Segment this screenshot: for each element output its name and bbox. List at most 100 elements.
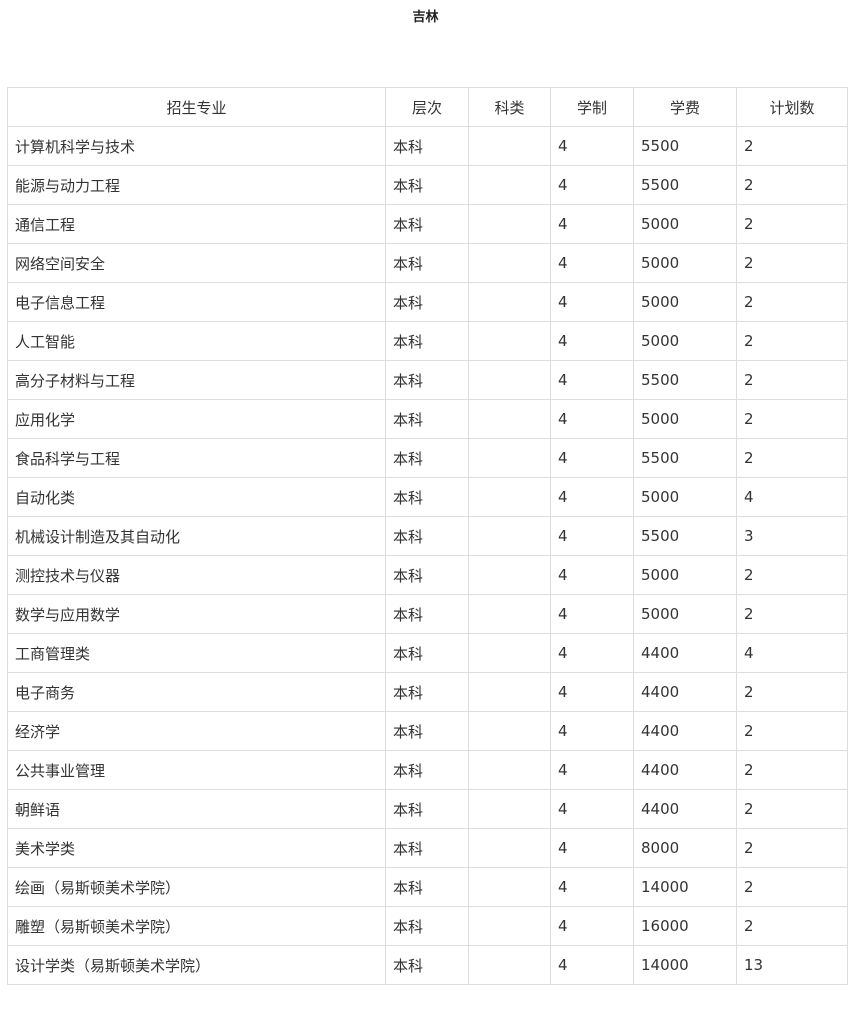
cell-quota: 2 [736,165,848,205]
cell-tuition: 5000 [633,243,737,283]
cell-major: 机械设计制造及其自动化 [7,516,386,556]
cell-duration: 4 [550,867,634,907]
cell-category [468,906,551,946]
cell-quota: 2 [736,360,848,400]
cell-level: 本科 [385,243,469,283]
cell-tuition: 4400 [633,672,737,712]
cell-category [468,321,551,361]
cell-major: 公共事业管理 [7,750,386,790]
cell-category [468,399,551,439]
cell-quota: 2 [736,204,848,244]
cell-quota: 2 [736,789,848,829]
cell-duration: 4 [550,789,634,829]
table-body: 计算机科学与技术 本科 4 5500 2 能源与动力工程 本科 4 5500 2 通信工程 本科 4 50… [7,126,848,985]
cell-level: 本科 [385,204,469,244]
cell-tuition: 4400 [633,633,737,673]
cell-level: 本科 [385,711,469,751]
column-header-quota: 计划数 [736,87,848,127]
table-row: 经济学 本科 4 4400 2 [7,711,848,751]
cell-level: 本科 [385,438,469,478]
cell-level: 本科 [385,906,469,946]
cell-level: 本科 [385,282,469,322]
cell-tuition: 5000 [633,555,737,595]
cell-quota: 2 [736,906,848,946]
cell-category [468,126,551,166]
table-row: 测控技术与仪器 本科 4 5000 2 [7,555,848,595]
table-row: 美术学类 本科 4 8000 2 [7,828,848,868]
cell-tuition: 5000 [633,282,737,322]
cell-quota: 2 [736,243,848,283]
cell-level: 本科 [385,867,469,907]
cell-level: 本科 [385,828,469,868]
cell-level: 本科 [385,360,469,400]
cell-category [468,204,551,244]
table-row: 公共事业管理 本科 4 4400 2 [7,750,848,790]
cell-level: 本科 [385,321,469,361]
table-row: 设计学类（易斯顿美术学院） 本科 4 14000 13 [7,945,848,985]
cell-tuition: 4400 [633,711,737,751]
table-row: 电子商务 本科 4 4400 2 [7,672,848,712]
table-row: 计算机科学与技术 本科 4 5500 2 [7,126,848,166]
cell-quota: 2 [736,828,848,868]
page-title: 吉林 [412,10,439,25]
cell-level: 本科 [385,477,469,517]
cell-category [468,165,551,205]
cell-category [468,750,551,790]
cell-tuition: 14000 [633,867,737,907]
table-row: 能源与动力工程 本科 4 5500 2 [7,165,848,205]
cell-major: 人工智能 [7,321,386,361]
cell-major: 朝鲜语 [7,789,386,829]
cell-tuition: 5500 [633,165,737,205]
cell-level: 本科 [385,945,469,985]
cell-major: 雕塑（易斯顿美术学院） [7,906,386,946]
cell-quota: 2 [736,750,848,790]
cell-major: 网络空间安全 [7,243,386,283]
cell-major: 测控技术与仪器 [7,555,386,595]
column-header-tuition: 学费 [633,87,737,127]
cell-duration: 4 [550,672,634,712]
cell-quota: 2 [736,438,848,478]
column-header-category: 科类 [468,87,551,127]
cell-major: 电子信息工程 [7,282,386,322]
cell-major: 绘画（易斯顿美术学院） [7,867,386,907]
cell-quota: 2 [736,711,848,751]
cell-category [468,711,551,751]
cell-category [468,945,551,985]
cell-duration: 4 [550,711,634,751]
column-header-duration: 学制 [550,87,634,127]
cell-category [468,516,551,556]
cell-tuition: 4400 [633,750,737,790]
cell-level: 本科 [385,555,469,595]
cell-quota: 2 [736,321,848,361]
cell-major: 数学与应用数学 [7,594,386,634]
column-header-major: 招生专业 [7,87,386,127]
cell-category [468,789,551,829]
column-header-level: 层次 [385,87,469,127]
cell-level: 本科 [385,165,469,205]
cell-major: 应用化学 [7,399,386,439]
cell-tuition: 5000 [633,204,737,244]
cell-quota: 3 [736,516,848,556]
cell-major: 自动化类 [7,477,386,517]
cell-category [468,633,551,673]
table-row: 通信工程 本科 4 5000 2 [7,204,848,244]
cell-quota: 2 [736,282,848,322]
cell-duration: 4 [550,633,634,673]
cell-duration: 4 [550,555,634,595]
cell-major: 能源与动力工程 [7,165,386,205]
cell-category [468,360,551,400]
cell-quota: 13 [736,945,848,985]
cell-level: 本科 [385,633,469,673]
cell-tuition: 4400 [633,789,737,829]
cell-duration: 4 [550,828,634,868]
cell-category [468,243,551,283]
cell-category [468,828,551,868]
table-row: 机械设计制造及其自动化 本科 4 5500 3 [7,516,848,556]
cell-major: 设计学类（易斯顿美术学院） [7,945,386,985]
cell-tuition: 5500 [633,126,737,166]
table-row: 自动化类 本科 4 5000 4 [7,477,848,517]
cell-duration: 4 [550,438,634,478]
cell-quota: 2 [736,555,848,595]
cell-category [468,282,551,322]
cell-major: 通信工程 [7,204,386,244]
